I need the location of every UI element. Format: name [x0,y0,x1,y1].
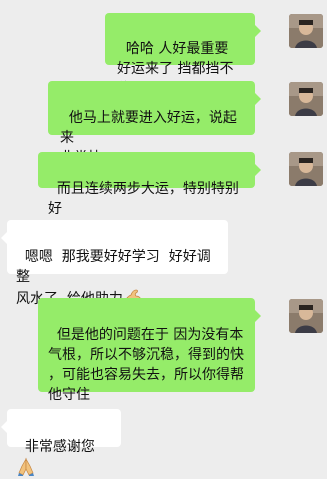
avatar-image [289,14,323,48]
avatar-image [289,152,323,186]
message-text-6: 非常感谢您 [24,439,95,455]
avatar-me-4[interactable] [289,299,323,333]
avatar-me-3[interactable] [289,152,323,186]
message-text-3: 而且连续两步大运，特别特别好 [48,181,239,217]
message-bubble-6[interactable]: 非常感谢您 [1,409,121,476]
avatar-me-2[interactable] [289,82,323,116]
avatar-image [289,299,323,333]
message-bubble-4[interactable]: 嗯嗯 那我要好好学习 好好调整 风水了 给他助力 [1,220,228,307]
message-bubble-5[interactable]: 但是他的问题在于 因为没有本 气根，所以不够沉稳，得到的快 ，可能也容易失去，所… [38,298,261,403]
avatar-me-1[interactable] [289,14,323,48]
message-bubble-1[interactable]: 哈哈 人好最重要 好运来了 挡都挡不住 [105,13,261,97]
message-bubble-3[interactable]: 而且连续两步大运，特别特别好 [38,152,261,217]
avatar-image [289,82,323,116]
folded-hands-icon [18,457,34,476]
message-bubble-2[interactable]: 他马上就要进入好运，说起来 非常快 [48,81,261,166]
message-text-5: 但是他的问题在于 因为没有本 气根，所以不够沉稳，得到的快 ，可能也容易失去，所… [48,327,244,403]
